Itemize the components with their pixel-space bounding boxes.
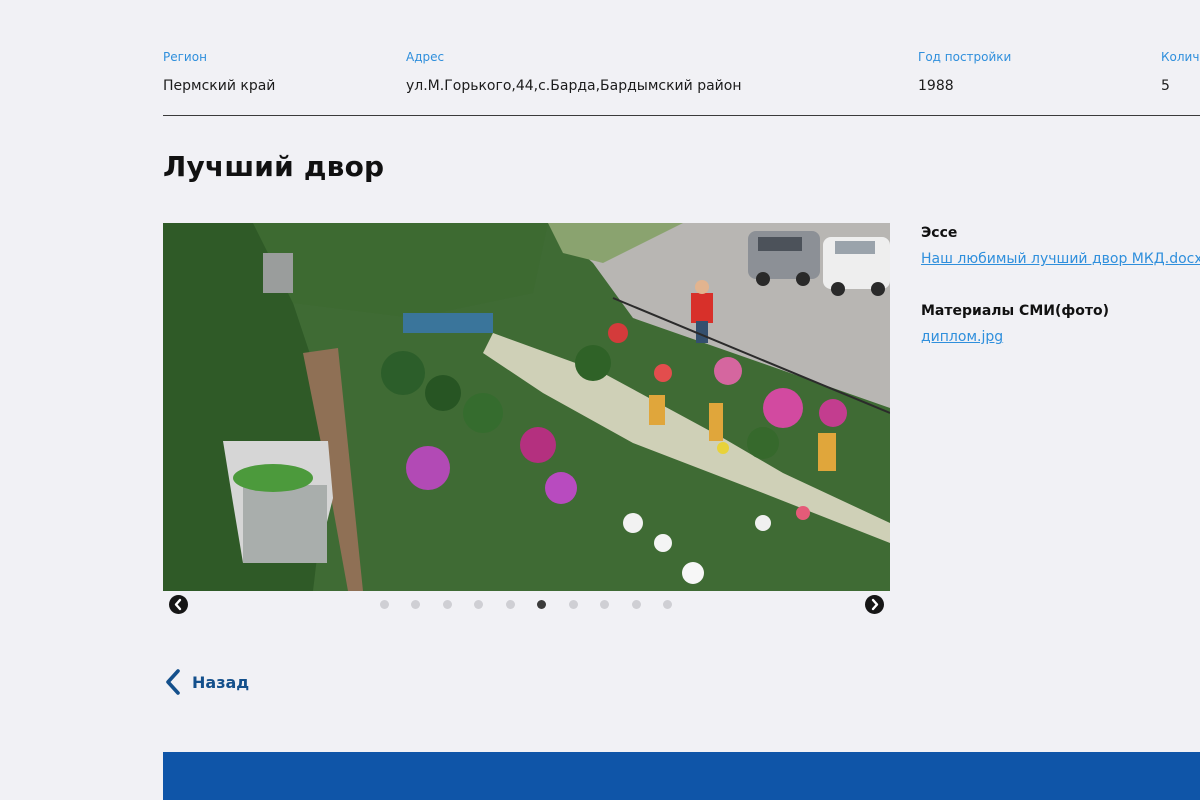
chevron-right-circle-icon xyxy=(871,598,879,611)
media-file-link[interactable]: диплом.jpg xyxy=(921,328,1200,346)
footer-bar xyxy=(163,752,1200,800)
photo-carousel xyxy=(163,223,890,614)
media-label: Материалы СМИ(фото) xyxy=(921,303,1110,319)
info-region-value: Пермский край xyxy=(163,78,276,94)
carousel-dot[interactable] xyxy=(663,600,672,609)
info-address-value: ул.М.Горького,44,с.Барда,Бардымский райо… xyxy=(406,78,742,94)
carousel-dot-active[interactable] xyxy=(537,600,546,609)
info-count: Количество 5 xyxy=(1161,50,1200,94)
info-year-label: Год постройки xyxy=(918,50,1012,64)
info-count-value: 5 xyxy=(1161,78,1170,94)
page-title: Лучший двор xyxy=(163,150,385,183)
carousel-dot[interactable] xyxy=(632,600,641,609)
info-year: Год постройки 1988 xyxy=(918,50,1011,94)
carousel-dot[interactable] xyxy=(474,600,483,609)
essay-label: Эссе xyxy=(921,225,958,241)
carousel-dot[interactable] xyxy=(411,600,420,609)
carousel-dot[interactable] xyxy=(506,600,515,609)
carousel-dot[interactable] xyxy=(569,600,578,609)
carousel-next-button[interactable] xyxy=(865,595,884,614)
attachments-panel: Эссе Наш любимый лучший двор МКД.docx Ма… xyxy=(921,224,1200,380)
info-count-label: Количество xyxy=(1161,50,1200,64)
carousel-prev-button[interactable] xyxy=(169,595,188,614)
chevron-left-icon xyxy=(166,669,180,695)
garden-photo-image xyxy=(163,223,890,591)
carousel-dot[interactable] xyxy=(443,600,452,609)
back-label: Назад xyxy=(192,673,250,692)
media-block: Материалы СМИ(фото) диплом.jpg xyxy=(921,302,1200,346)
carousel-photo xyxy=(163,223,890,591)
essay-file-link[interactable]: Наш любимый лучший двор МКД.docx xyxy=(921,250,1200,268)
essay-block: Эссе Наш любимый лучший двор МКД.docx xyxy=(921,224,1200,268)
object-info-row: Регион Пермский край Адрес ул.М.Горького… xyxy=(163,50,1200,116)
chevron-left-circle-icon xyxy=(174,598,182,611)
info-region-label: Регион xyxy=(163,50,207,64)
carousel-dot[interactable] xyxy=(600,600,609,609)
info-address-label: Адрес xyxy=(406,50,445,64)
info-address: Адрес ул.М.Горького,44,с.Барда,Бардымски… xyxy=(406,50,742,94)
carousel-dot[interactable] xyxy=(380,600,389,609)
info-region: Регион Пермский край xyxy=(163,50,275,94)
info-year-value: 1988 xyxy=(918,78,954,94)
